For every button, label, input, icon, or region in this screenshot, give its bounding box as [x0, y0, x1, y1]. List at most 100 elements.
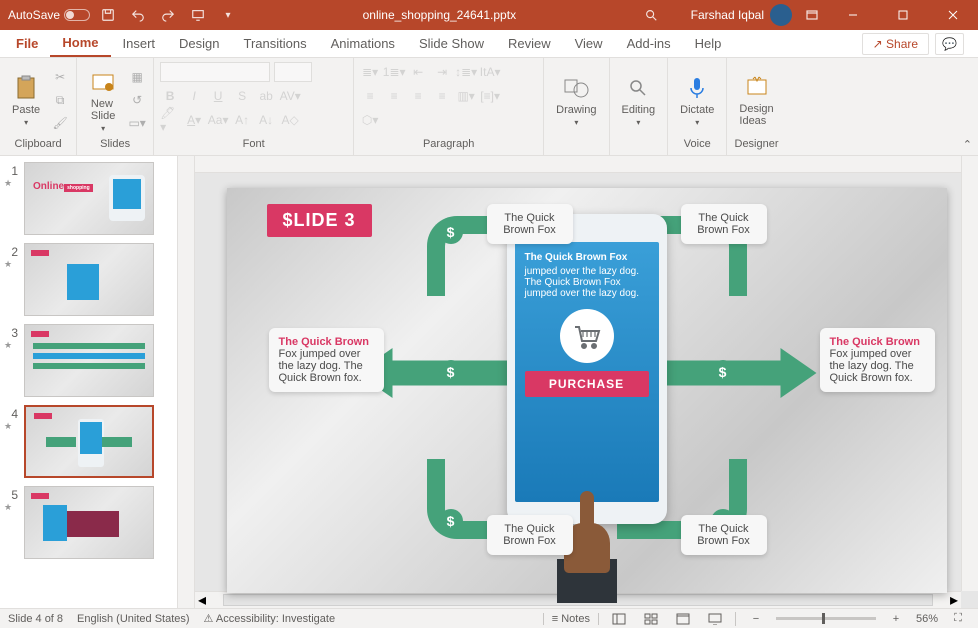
columns-button[interactable]: ▥▾	[456, 86, 476, 106]
increase-font-button[interactable]: A↑	[232, 110, 252, 130]
scroll-right-icon[interactable]: ▸	[947, 590, 961, 610]
callout-left[interactable]: The Quick Brown Fox jumped over the lazy…	[269, 328, 384, 392]
share-button[interactable]: ↗ Share	[862, 33, 929, 55]
notes-button[interactable]: ≡ Notes	[543, 613, 599, 625]
section-icon[interactable]: ▭▾	[127, 113, 147, 133]
change-case-button[interactable]: Aa▾	[208, 110, 228, 130]
fit-to-window-icon[interactable]: ⛶	[946, 611, 970, 627]
tab-animations[interactable]: Animations	[319, 30, 407, 57]
minimize-button[interactable]	[832, 0, 874, 30]
copy-icon[interactable]: ⧉	[50, 90, 70, 110]
reset-icon[interactable]: ↺	[127, 90, 147, 110]
justify-button[interactable]: ≡	[432, 86, 452, 106]
text-shadow-button[interactable]: ab	[256, 86, 276, 106]
decrease-font-button[interactable]: A↓	[256, 110, 276, 130]
dictate-button[interactable]: Dictate ▾	[674, 72, 720, 129]
callout-top-left[interactable]: The Quick Brown Fox	[487, 204, 573, 244]
new-slide-button[interactable]: New Slide ▾	[83, 66, 123, 135]
phone-graphic[interactable]: The Quick Brown Fox jumped over the lazy…	[507, 214, 667, 524]
autosave-toggle[interactable]: AutoSave	[8, 8, 90, 22]
clear-formatting-button[interactable]: A◇	[280, 110, 300, 130]
slide-title-badge[interactable]: $LIDE 3	[267, 204, 372, 237]
share-label: Share	[886, 37, 918, 51]
slide-thumbnail-1[interactable]: 1★ Onlineshopping	[4, 162, 174, 235]
close-button[interactable]	[932, 0, 974, 30]
callout-top-right[interactable]: The Quick Brown Fox	[681, 204, 767, 244]
slide-counter[interactable]: Slide 4 of 8	[8, 613, 63, 625]
tab-slideshow[interactable]: Slide Show	[407, 30, 496, 57]
font-color-icon[interactable]: 🖊▾	[160, 110, 180, 130]
numbering-button[interactable]: 1≣▾	[384, 62, 404, 82]
cut-icon[interactable]: ✂	[50, 67, 70, 87]
design-ideas-button[interactable]: Design Ideas	[733, 71, 779, 129]
purchase-button: PURCHASE	[525, 371, 649, 397]
tab-home[interactable]: Home	[50, 30, 110, 57]
format-painter-icon[interactable]: 🖌	[50, 113, 70, 133]
callout-bottom-right[interactable]: The Quick Brown Fox	[681, 515, 767, 555]
reading-view-icon[interactable]	[671, 611, 695, 627]
paste-button[interactable]: Paste ▾	[6, 72, 46, 129]
save-icon[interactable]	[96, 4, 120, 26]
character-spacing-button[interactable]: AV▾	[280, 86, 300, 106]
ribbon-display-options-icon[interactable]	[800, 4, 824, 26]
language-status[interactable]: English (United States)	[77, 613, 190, 625]
align-left-button[interactable]: ≡	[360, 86, 380, 106]
decrease-indent-button[interactable]: ⇤	[408, 62, 428, 82]
slide-thumbnail-2[interactable]: 2★	[4, 243, 174, 316]
increase-indent-button[interactable]: ⇥	[432, 62, 452, 82]
zoom-slider[interactable]	[776, 617, 876, 620]
line-spacing-button[interactable]: ↕≣▾	[456, 62, 476, 82]
font-size-select[interactable]	[274, 62, 312, 82]
maximize-button[interactable]	[882, 0, 924, 30]
qat-overflow-icon[interactable]: ▾	[216, 4, 240, 26]
callout-bottom-left[interactable]: The Quick Brown Fox	[487, 515, 573, 555]
tab-view[interactable]: View	[563, 30, 615, 57]
collapse-ribbon-icon[interactable]: ⌃	[963, 138, 972, 151]
font-family-select[interactable]	[160, 62, 270, 82]
comments-button[interactable]: 💬	[935, 33, 964, 55]
tab-transitions[interactable]: Transitions	[232, 30, 319, 57]
tab-addins[interactable]: Add-ins	[615, 30, 683, 57]
user-account[interactable]: Farshad Iqbal	[691, 4, 792, 26]
underline-button[interactable]: U	[208, 86, 228, 106]
align-right-button[interactable]: ≡	[408, 86, 428, 106]
slide-thumbnail-5[interactable]: 5★	[4, 486, 174, 559]
zoom-in-button[interactable]: +	[884, 611, 908, 627]
slide-thumbnail-3[interactable]: 3★	[4, 324, 174, 397]
slideshow-view-icon[interactable]	[703, 611, 727, 627]
italic-button[interactable]: I	[184, 86, 204, 106]
accessibility-status[interactable]: ⚠ Accessibility: Investigate	[204, 612, 336, 625]
editing-button[interactable]: Editing ▾	[616, 72, 662, 129]
tab-help[interactable]: Help	[683, 30, 734, 57]
strikethrough-button[interactable]: S	[232, 86, 252, 106]
align-center-button[interactable]: ≡	[384, 86, 404, 106]
text-direction-button[interactable]: ItA▾	[480, 62, 500, 82]
bold-button[interactable]: B	[160, 86, 180, 106]
zoom-level[interactable]: 56%	[916, 613, 938, 625]
convert-smartart-button[interactable]: ⬡▾	[360, 110, 380, 130]
dollar-icon: $	[439, 220, 463, 244]
search-icon[interactable]	[639, 4, 663, 26]
slide-sorter-icon[interactable]	[639, 611, 663, 627]
callout-right[interactable]: The Quick Brown Fox jumped over the lazy…	[820, 328, 935, 392]
tab-review[interactable]: Review	[496, 30, 563, 57]
undo-icon[interactable]	[126, 4, 150, 26]
scroll-left-icon[interactable]: ◂	[195, 590, 209, 610]
vertical-scrollbar[interactable]	[961, 156, 978, 591]
bullets-button[interactable]: ≣▾	[360, 62, 380, 82]
slide-thumbnail-4[interactable]: 4★	[4, 405, 174, 478]
slide-canvas[interactable]: $LIDE 3 $ $ $ $ $ $ The Quick Brown Fox …	[227, 188, 947, 593]
align-text-button[interactable]: [≡]▾	[480, 86, 500, 106]
zoom-out-button[interactable]: −	[744, 611, 768, 627]
callout-left-title: The Quick Brown	[279, 336, 374, 348]
panel-scrollbar[interactable]	[177, 156, 194, 608]
redo-icon[interactable]	[156, 4, 180, 26]
tab-design[interactable]: Design	[167, 30, 231, 57]
normal-view-icon[interactable]	[607, 611, 631, 627]
tab-file[interactable]: File	[4, 30, 50, 57]
start-from-beginning-icon[interactable]	[186, 4, 210, 26]
layout-icon[interactable]: ▦	[127, 67, 147, 87]
tab-insert[interactable]: Insert	[111, 30, 168, 57]
highlight-icon[interactable]: A▾	[184, 110, 204, 130]
drawing-button[interactable]: Drawing ▾	[550, 72, 602, 129]
